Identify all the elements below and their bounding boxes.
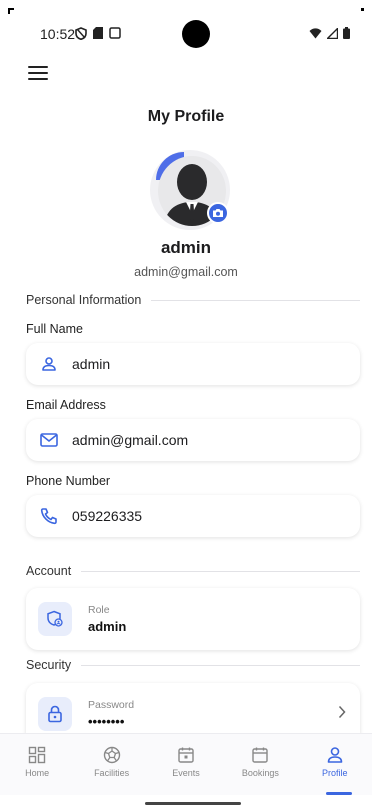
camera-cutout bbox=[182, 20, 210, 48]
active-tab-indicator bbox=[326, 792, 352, 795]
role-value: admin bbox=[88, 619, 127, 634]
lock-icon bbox=[38, 697, 72, 731]
nav-label: Home bbox=[25, 768, 50, 778]
section-personal-information: Personal Information bbox=[26, 293, 360, 307]
menu-icon[interactable] bbox=[28, 66, 48, 82]
admin-shield-icon bbox=[38, 602, 72, 636]
gesture-handle bbox=[145, 802, 241, 805]
nav-label: Facilities bbox=[94, 768, 130, 778]
sd-card-icon bbox=[93, 27, 103, 39]
page-title: My Profile bbox=[147, 108, 225, 125]
mail-icon bbox=[38, 429, 60, 451]
divider bbox=[151, 299, 360, 301]
status-system-icons bbox=[309, 27, 350, 39]
profile-name: admin bbox=[160, 238, 212, 257]
email-label: Email Address bbox=[26, 398, 106, 412]
corner-mark bbox=[8, 8, 14, 14]
email-field[interactable]: admin@gmail.com bbox=[26, 419, 360, 461]
profile-email: admin@gmail.com bbox=[134, 265, 238, 279]
nav-label: Bookings bbox=[241, 768, 279, 778]
phone-label: Phone Number bbox=[26, 474, 111, 488]
change-photo-button[interactable] bbox=[207, 202, 229, 224]
nav-profile[interactable]: Profile bbox=[305, 746, 365, 778]
full-name-label: Full Name bbox=[26, 322, 83, 336]
divider bbox=[81, 664, 360, 666]
section-account: Account bbox=[26, 564, 360, 578]
status-bar: 10:52 bbox=[0, 0, 372, 60]
password-value: •••••••• bbox=[88, 714, 125, 729]
nav-bookings[interactable]: Bookings bbox=[230, 746, 290, 778]
phone-icon bbox=[38, 505, 60, 527]
person-icon bbox=[38, 353, 60, 375]
status-time: 10:52 bbox=[40, 26, 76, 42]
avatar[interactable] bbox=[150, 150, 236, 230]
status-notification-icons bbox=[75, 27, 121, 40]
role-card: Role admin bbox=[26, 588, 360, 650]
event-calendar-icon bbox=[178, 747, 194, 763]
camera-icon bbox=[213, 209, 223, 217]
divider bbox=[81, 570, 360, 572]
password-label: Password bbox=[88, 699, 135, 711]
full-name-value: admin bbox=[72, 356, 111, 372]
screenshot-icon bbox=[109, 27, 121, 39]
corner-mark bbox=[361, 8, 364, 11]
nav-label: Profile bbox=[321, 768, 348, 778]
section-title: Personal Information bbox=[26, 293, 142, 307]
nav-label: Events bbox=[172, 768, 200, 778]
section-title: Account bbox=[26, 564, 72, 578]
phone-value: 059226335 bbox=[72, 508, 143, 524]
nav-events[interactable]: Events bbox=[156, 746, 216, 778]
full-name-field[interactable]: admin bbox=[26, 343, 360, 385]
phone-field[interactable]: 059226335 bbox=[26, 495, 360, 537]
shield-status-icon bbox=[75, 27, 87, 40]
nav-facilities[interactable]: Facilities bbox=[82, 746, 142, 778]
wifi-icon bbox=[309, 27, 322, 38]
section-security: Security bbox=[26, 658, 360, 672]
bottom-nav: Home Facilities Events Bookings Profile bbox=[0, 733, 372, 795]
dashboard-icon bbox=[28, 746, 46, 764]
role-label: Role bbox=[88, 604, 110, 616]
calendar-icon bbox=[252, 747, 269, 763]
signal-icon bbox=[327, 27, 338, 39]
nav-home[interactable]: Home bbox=[7, 746, 67, 778]
person-icon bbox=[327, 747, 343, 763]
email-value: admin@gmail.com bbox=[72, 432, 189, 448]
section-title: Security bbox=[26, 658, 72, 672]
chevron-right-icon bbox=[338, 705, 346, 719]
sports-ball-icon bbox=[103, 746, 120, 764]
battery-icon bbox=[343, 27, 350, 39]
